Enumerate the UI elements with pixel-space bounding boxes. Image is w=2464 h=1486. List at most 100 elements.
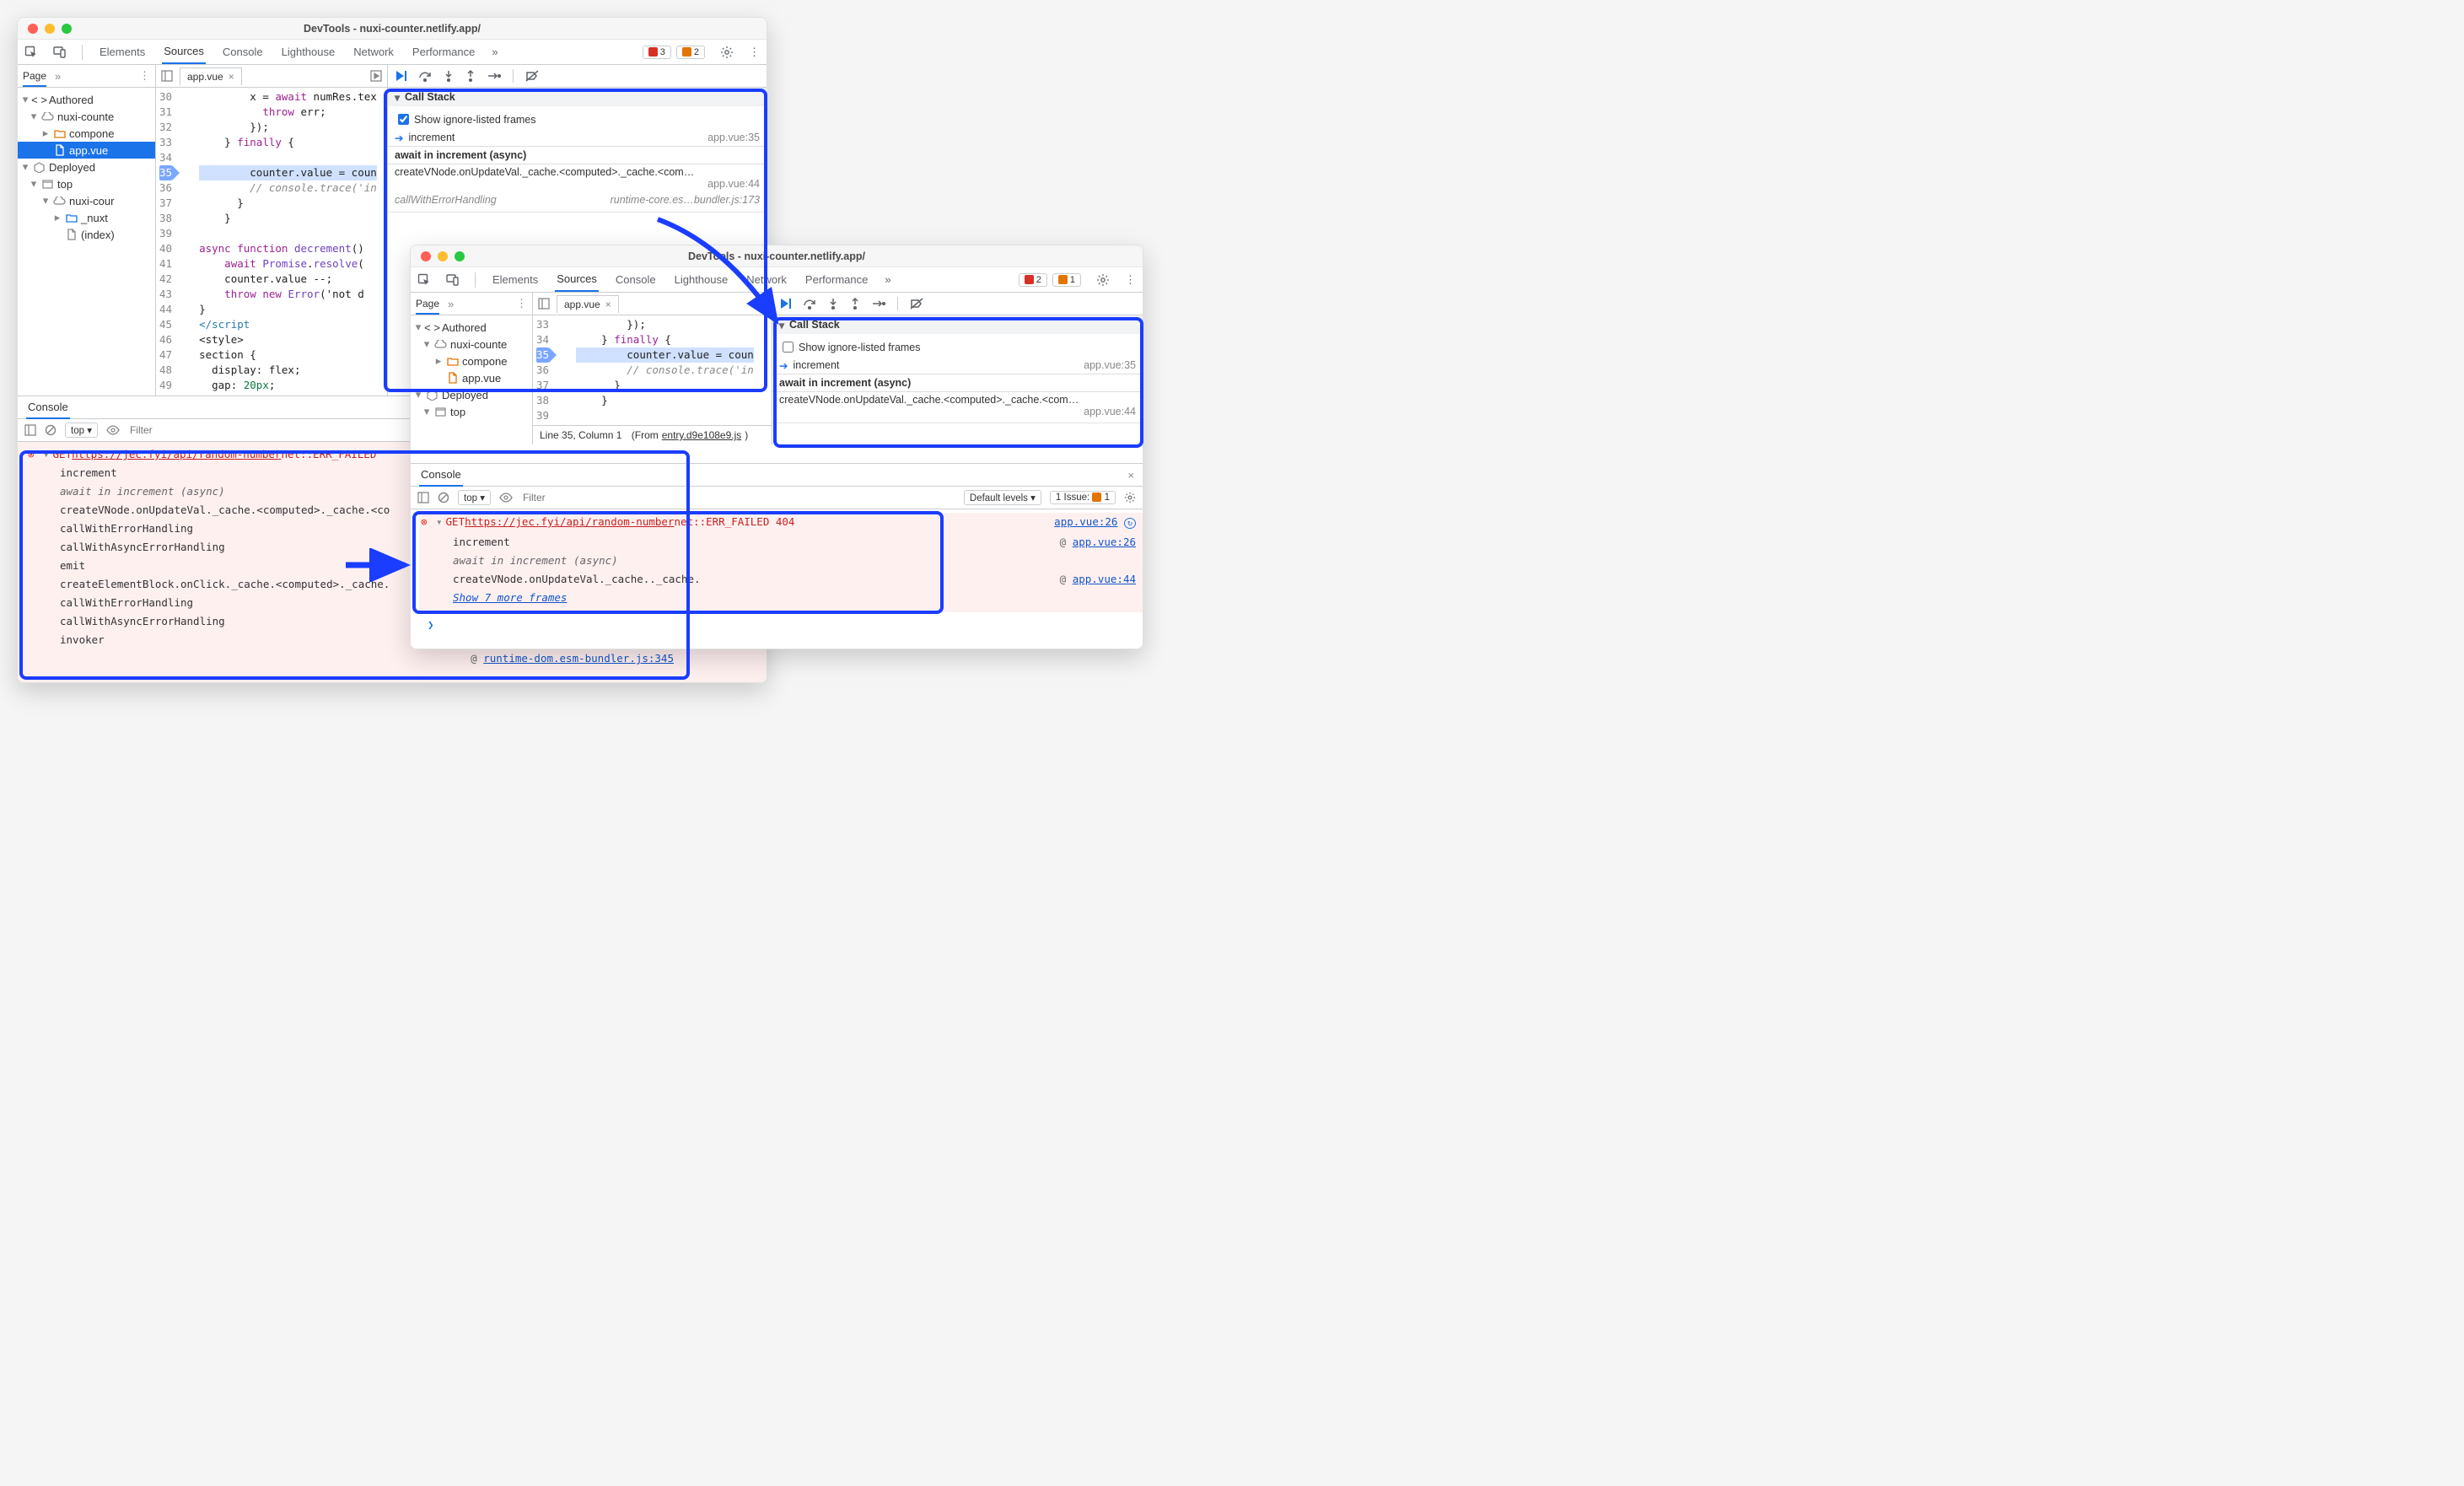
tab-sources[interactable]: Sources: [555, 267, 599, 292]
warning-badge[interactable]: 1: [1052, 273, 1081, 287]
tree-domain: nuxi-counte: [57, 110, 114, 123]
tab-lighthouse[interactable]: Lighthouse: [280, 40, 337, 64]
tab-console[interactable]: Console: [614, 267, 658, 292]
window-title: DevTools - nuxi-counter.netlify.app/: [18, 23, 767, 35]
sidebar-toggle-icon[interactable]: [538, 298, 550, 310]
show-ignore-listed-row[interactable]: Show ignore-listed frames: [772, 337, 1143, 357]
panel-tabstrip: Elements Sources Console Lighthouse Netw…: [411, 267, 1143, 293]
stack-frame-ignored[interactable]: callWithErrorHandlingruntime-core.es…bun…: [388, 191, 767, 208]
stack-frame[interactable]: ➔incrementapp.vue:35: [388, 129, 767, 146]
nav-tab-page[interactable]: Page: [23, 70, 46, 87]
issues-badge[interactable]: 1 Issue: 1: [1050, 491, 1116, 504]
section-title: Call Stack: [405, 91, 455, 103]
step-over-icon[interactable]: [418, 70, 432, 82]
device-icon[interactable]: [446, 273, 460, 287]
window-icon: [41, 178, 54, 191]
tree-components: compone: [69, 127, 114, 140]
resume-icon[interactable]: [779, 298, 791, 310]
kebab-icon[interactable]: ⋮: [749, 46, 760, 59]
run-snippet-icon[interactable]: [370, 70, 382, 82]
warning-badge[interactable]: 2: [676, 46, 705, 59]
current-frame-icon: ➔: [395, 132, 403, 144]
sidebar-toggle-icon[interactable]: [161, 70, 173, 82]
more-icon[interactable]: »: [55, 70, 61, 83]
tree-file[interactable]: app.vue: [411, 369, 532, 386]
file-tab-bar: app.vue×: [156, 65, 387, 88]
settings-icon[interactable]: [1124, 492, 1136, 503]
cloud-icon: [41, 110, 54, 123]
clear-console-icon[interactable]: [438, 492, 449, 503]
tab-elements[interactable]: Elements: [98, 40, 147, 64]
tab-network[interactable]: Network: [745, 267, 788, 292]
tab-console[interactable]: Console: [221, 40, 265, 64]
stack-frame[interactable]: ➔incrementapp.vue:35: [772, 357, 1143, 374]
step-into-icon[interactable]: [444, 70, 454, 82]
error-badge[interactable]: 3: [643, 46, 671, 59]
deploy-icon: [33, 161, 46, 174]
file-icon: [65, 229, 78, 241]
tab-elements[interactable]: Elements: [491, 267, 540, 292]
tab-sources[interactable]: Sources: [162, 40, 206, 64]
stack-frame[interactable]: createVNode.onUpdateVal._cache.<computed…: [388, 164, 767, 191]
navigator-tabs: Page » ⋮: [18, 65, 155, 88]
context-selector[interactable]: top ▾: [458, 490, 491, 505]
tab-lighthouse[interactable]: Lighthouse: [673, 267, 730, 292]
settings-icon[interactable]: [1096, 273, 1110, 287]
step-over-icon[interactable]: [803, 298, 816, 310]
sidebar-toggle-icon[interactable]: [24, 424, 36, 436]
devtools-window-2: DevTools - nuxi-counter.netlify.app/ Ele…: [410, 245, 1143, 649]
show-ignore-listed-checkbox[interactable]: [783, 342, 794, 353]
levels-selector[interactable]: Default levels ▾: [964, 490, 1041, 505]
filter-input[interactable]: [521, 491, 955, 504]
tree-file-selected[interactable]: app.vue: [18, 142, 155, 159]
device-icon[interactable]: [53, 46, 67, 59]
deactivate-breakpoints-icon[interactable]: [525, 70, 539, 82]
inspect-icon[interactable]: [24, 46, 38, 59]
inspect-icon[interactable]: [417, 273, 431, 287]
show-ignore-listed-checkbox[interactable]: [398, 114, 409, 125]
code-editor[interactable]: 3334353637383940 }); } finally { counter…: [533, 315, 772, 425]
settings-icon[interactable]: [720, 46, 734, 59]
step-icon[interactable]: [487, 71, 501, 81]
console-tab-label[interactable]: Console: [419, 464, 463, 487]
step-icon[interactable]: [872, 299, 885, 309]
kebab-icon[interactable]: ⋮: [139, 69, 150, 83]
resume-icon[interactable]: [395, 70, 406, 82]
tab-performance[interactable]: Performance: [804, 267, 869, 292]
titlebar: DevTools - nuxi-counter.netlify.app/: [18, 18, 767, 40]
step-into-icon[interactable]: [828, 298, 838, 310]
tree-deployed: Deployed: [49, 161, 95, 174]
stack-frame[interactable]: createVNode.onUpdateVal._cache.<computed…: [772, 392, 1143, 419]
tab-network[interactable]: Network: [352, 40, 395, 64]
eye-icon[interactable]: [106, 425, 120, 435]
eye-icon[interactable]: [499, 493, 513, 503]
console-tab-label[interactable]: Console: [26, 396, 70, 419]
window-title: DevTools - nuxi-counter.netlify.app/: [411, 250, 1143, 262]
context-selector[interactable]: top ▾: [65, 423, 98, 438]
file-tab[interactable]: app.vue×: [557, 295, 619, 313]
kebab-icon[interactable]: ⋮: [1125, 273, 1136, 287]
error-badge[interactable]: 2: [1019, 273, 1047, 287]
show-ignore-listed-row[interactable]: Show ignore-listed frames: [388, 110, 767, 129]
call-stack-section: ▾Call Stack Show ignore-listed frames ➔i…: [388, 88, 767, 213]
deactivate-breakpoints-icon[interactable]: [910, 298, 923, 310]
sidebar-toggle-icon[interactable]: [417, 492, 429, 503]
more-tabs-icon[interactable]: »: [885, 273, 890, 286]
close-icon[interactable]: ×: [229, 71, 234, 83]
tab-performance[interactable]: Performance: [411, 40, 476, 64]
close-icon[interactable]: ×: [1127, 469, 1134, 482]
folder-icon: [65, 212, 78, 224]
tree-top: top: [57, 178, 73, 191]
status-source-link[interactable]: entry.d9e108e9.js: [662, 429, 742, 441]
sources-panel: Page»⋮ ▾< >Authored ▾nuxi-counte ▸compon…: [411, 293, 1143, 444]
step-out-icon[interactable]: [465, 70, 476, 82]
step-out-icon[interactable]: [850, 298, 860, 310]
clear-console-icon[interactable]: [45, 424, 56, 436]
file-tab[interactable]: app.vue×: [180, 67, 242, 85]
more-tabs-icon[interactable]: »: [492, 46, 498, 58]
titlebar: DevTools - nuxi-counter.netlify.app/: [411, 245, 1143, 267]
nav-tab-page[interactable]: Page: [416, 298, 439, 315]
panel-tabstrip: Elements Sources Console Lighthouse Netw…: [18, 40, 767, 65]
brackets-icon: < >: [33, 94, 46, 106]
console-messages[interactable]: ⊗▾GET https://jec.fyi/api/random-number …: [411, 509, 1143, 649]
